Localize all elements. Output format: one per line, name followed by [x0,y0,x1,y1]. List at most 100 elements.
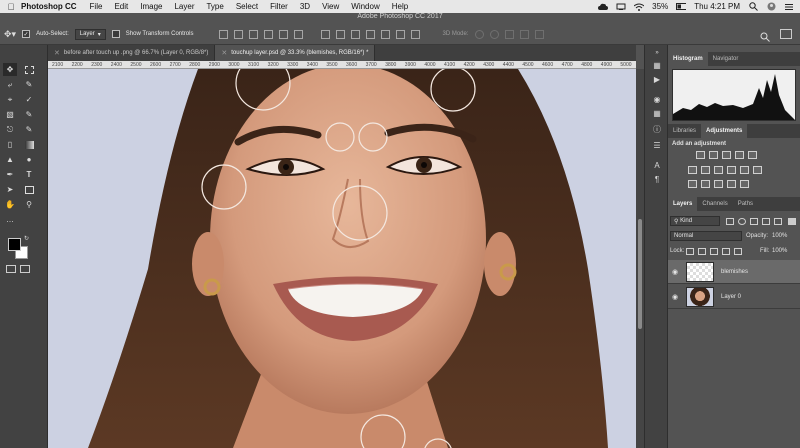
menu-view[interactable]: View [322,2,339,11]
menu-layer[interactable]: Layer [174,2,194,11]
canvas-vertical-scrollbar[interactable] [636,69,644,448]
workspace-switcher-icon[interactable] [780,29,792,39]
curves-icon[interactable] [722,151,731,159]
menu-select[interactable]: Select [236,2,258,11]
vibrance-icon[interactable] [748,151,757,159]
menu-image[interactable]: Image [140,2,162,11]
lock-position-icon[interactable] [710,248,718,255]
brightness-contrast-icon[interactable] [696,151,705,159]
creative-cloud-icon[interactable] [598,2,609,11]
filter-smart-object-icon[interactable] [774,218,782,225]
blur-tool-icon[interactable]: ▲ [3,153,17,166]
menu-3d[interactable]: 3D [300,2,310,11]
close-icon[interactable]: ✕ [221,49,227,57]
visibility-eye-icon[interactable]: ◉ [668,268,682,276]
channel-mixer-icon[interactable] [740,166,749,174]
color-lookup-icon[interactable] [753,166,762,174]
selective-color-icon[interactable] [727,180,736,188]
3d-scale-icon[interactable] [534,29,544,39]
lock-transparent-icon[interactable] [686,248,694,255]
tab-channels[interactable]: Channels [697,197,732,211]
lock-all-icon[interactable] [734,248,742,255]
type-tool-icon[interactable]: T [22,168,36,181]
photo-filter-icon[interactable] [727,166,736,174]
distribute-right-icon[interactable] [396,29,406,39]
tab-histogram[interactable]: Histogram [668,52,708,66]
gradient-map-icon[interactable] [740,180,749,188]
fill-value[interactable]: 100% [772,248,787,254]
move-tool-preset-icon[interactable]: ✥▾ [4,29,16,40]
swatches-icon[interactable]: ▦ [650,107,664,119]
menu-window[interactable]: Window [351,2,379,11]
actions-play-icon[interactable]: ▶ [650,73,664,85]
clone-stamp-tool-icon[interactable]: ⎋ [3,123,17,136]
3d-slide-icon[interactable] [519,29,529,39]
menu-type[interactable]: Type [206,2,223,11]
foreground-color-swatch[interactable] [8,238,21,251]
black-white-icon[interactable] [714,166,723,174]
distribute-top-icon[interactable] [321,29,331,39]
color-icon[interactable]: ◉ [650,93,664,105]
auto-select-dropdown[interactable]: Layer ▾ [74,28,106,40]
eyedropper-tool-icon[interactable]: ✓ [22,93,36,106]
screen-share-icon[interactable] [616,2,626,11]
invert-icon[interactable] [688,180,697,188]
dodge-tool-icon[interactable]: ● [22,153,36,166]
spot-healing-tool-icon[interactable]: ▧ [3,108,17,121]
workspace-search-icon[interactable] [760,29,770,42]
distribute-vcenter-icon[interactable] [336,29,346,39]
history-brush-tool-icon[interactable]: ✎ [22,123,36,136]
visibility-eye-icon[interactable]: ◉ [668,293,682,301]
auto-select-checkbox[interactable]: ✓ [22,30,31,38]
path-selection-tool-icon[interactable]: ➤ [3,183,17,196]
battery-icon[interactable] [676,2,687,11]
zoom-tool-icon[interactable]: ⚲ [22,198,36,211]
clock[interactable]: Thu 4:21 PM [694,2,740,11]
notification-center-icon[interactable] [784,2,794,11]
tab-paths[interactable]: Paths [733,197,758,211]
properties-icon[interactable]: ☰ [650,139,664,151]
quick-selection-tool-icon[interactable]: ✎ [22,78,36,91]
align-top-icon[interactable] [219,29,229,39]
gradient-tool-icon[interactable] [22,138,36,151]
document-canvas[interactable] [48,69,636,448]
3d-rotate-icon[interactable] [474,29,484,39]
opacity-value[interactable]: 100% [772,233,787,239]
blend-mode-select[interactable]: Normal [670,231,742,241]
filter-type-icon[interactable] [750,218,758,225]
wifi-icon[interactable] [634,2,645,11]
history-icon[interactable]: ▦ [650,59,664,71]
filter-adjustment-icon[interactable] [738,218,746,225]
eraser-tool-icon[interactable]: ▯ [3,138,17,151]
layer-row-blemishes[interactable]: ◉ blemishes [668,260,800,284]
align-horizontal-center-icon[interactable] [279,29,289,39]
distribute-left-icon[interactable] [366,29,376,39]
distribute-hcenter-icon[interactable] [381,29,391,39]
show-transform-checkbox[interactable] [111,30,120,38]
user-icon[interactable] [766,2,776,11]
lock-image-icon[interactable] [698,248,706,255]
filter-shape-icon[interactable] [762,218,770,225]
screen-mode-icon[interactable] [20,265,30,273]
marquee-tool-icon[interactable] [22,63,36,76]
tab-before-after[interactable]: ✕ before after touch up .png @ 66.7% (La… [48,45,216,61]
quick-mask-icon[interactable] [6,265,16,273]
align-vertical-center-icon[interactable] [234,29,244,39]
layer-filter-kind[interactable]: ⚲ Kind [670,216,720,226]
threshold-icon[interactable] [714,180,723,188]
character-icon[interactable]: A [650,159,664,171]
filter-toggle-icon[interactable] [788,218,796,225]
lock-artboard-icon[interactable] [722,248,730,255]
3d-roll-icon[interactable] [489,29,499,39]
menu-help[interactable]: Help [392,2,408,11]
hand-tool-icon[interactable]: ✋ [3,198,17,211]
exposure-icon[interactable] [735,151,744,159]
tab-adjustments[interactable]: Adjustments [701,124,748,138]
more-tools-icon[interactable]: … [3,213,17,226]
crop-tool-icon[interactable]: ⌖ [3,93,17,106]
menu-edit[interactable]: Edit [114,2,128,11]
tab-libraries[interactable]: Libraries [668,124,701,138]
pen-tool-icon[interactable]: ✒ [3,168,17,181]
filter-pixel-icon[interactable] [726,218,734,225]
auto-align-icon[interactable] [411,29,421,39]
